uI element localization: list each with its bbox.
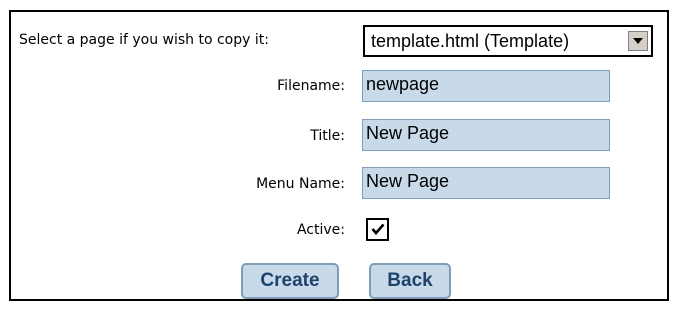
title-label: Title:: [310, 128, 345, 144]
title-value: New Page: [366, 123, 450, 143]
filename-label: Filename:: [277, 78, 345, 94]
copy-page-label: Select a page if you wish to copy it:: [19, 32, 269, 48]
back-button[interactable]: Back: [369, 263, 451, 299]
new-page-form: Select a page if you wish to copy it: te…: [9, 10, 669, 301]
active-label: Active:: [296, 222, 345, 238]
copy-page-select-value: template.html (Template): [371, 31, 570, 51]
menu-name-label: Menu Name:: [256, 176, 345, 192]
menu-name-field[interactable]: New Page: [362, 167, 610, 199]
filename-value: newpage: [366, 74, 440, 94]
title-field[interactable]: New Page: [362, 119, 610, 151]
copy-page-select[interactable]: template.html (Template): [363, 25, 653, 57]
chevron-down-icon: [633, 38, 643, 44]
filename-field[interactable]: newpage: [362, 70, 610, 102]
create-button[interactable]: Create: [241, 263, 339, 299]
active-checkbox[interactable]: [366, 218, 389, 241]
menu-name-value: New Page: [366, 171, 450, 191]
checkmark-icon: [371, 220, 385, 239]
dropdown-button[interactable]: [628, 31, 648, 51]
